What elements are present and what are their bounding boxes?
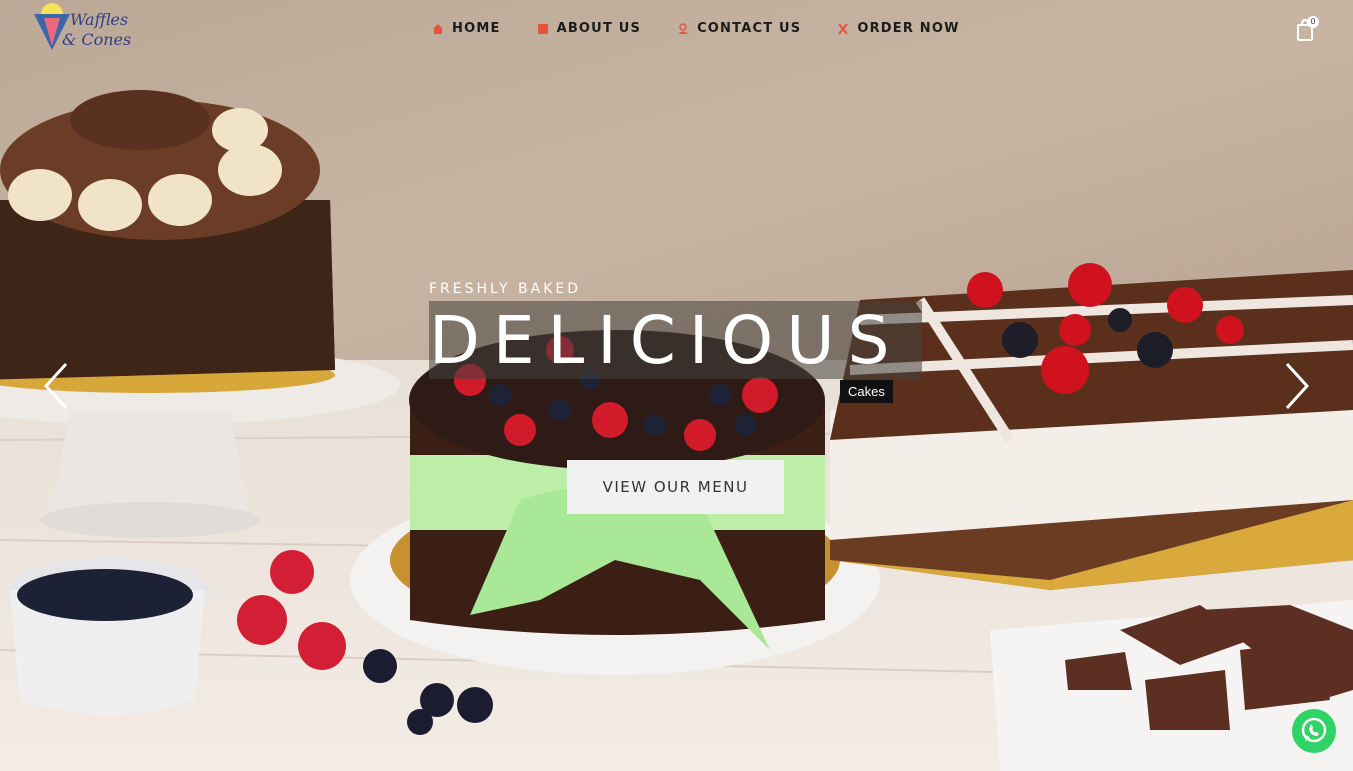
chevron-left-icon[interactable] [40,360,70,412]
utensils-icon [838,22,849,35]
hero-headline: DELICIOUS [429,302,903,379]
nav-home-label: HOME [452,21,501,36]
nav-about-us[interactable]: ABOUT US [537,21,642,36]
nav-home[interactable]: HOME [432,21,501,36]
nav-order-now[interactable]: ORDER NOW [837,21,959,36]
book-icon [537,23,548,34]
view-menu-button[interactable]: VIEW OUR MENU [567,460,784,514]
brand-name: Waffles & Cones [62,10,131,50]
hero-background-image [0,0,1353,771]
whatsapp-icon [1301,717,1327,743]
hero-eyebrow: FRESHLY BAKED [429,281,581,297]
cart-count-badge: 0 [1307,16,1319,28]
nav-contact-us-label: CONTACT US [697,21,802,36]
hero-slider: Waffles & Cones HOME ABOUT US CONTACT US… [0,0,1353,771]
chevron-right-icon[interactable] [1283,360,1313,412]
brand-logo[interactable]: Waffles & Cones [30,2,140,56]
top-navigation: Waffles & Cones HOME ABOUT US CONTACT US… [0,0,1353,62]
home-icon [433,23,443,34]
nav-about-us-label: ABOUT US [556,21,642,36]
whatsapp-chat-button[interactable] [1292,709,1336,753]
brand-line-1: Waffles [70,10,129,29]
brand-line-2: & Cones [62,30,132,49]
nav-order-now-label: ORDER NOW [857,21,960,36]
category-tag: Cakes [840,380,893,403]
nav-contact-us[interactable]: CONTACT US [677,21,801,36]
person-icon [678,22,689,34]
main-menu: HOME ABOUT US CONTACT US ORDER NOW [432,21,996,36]
